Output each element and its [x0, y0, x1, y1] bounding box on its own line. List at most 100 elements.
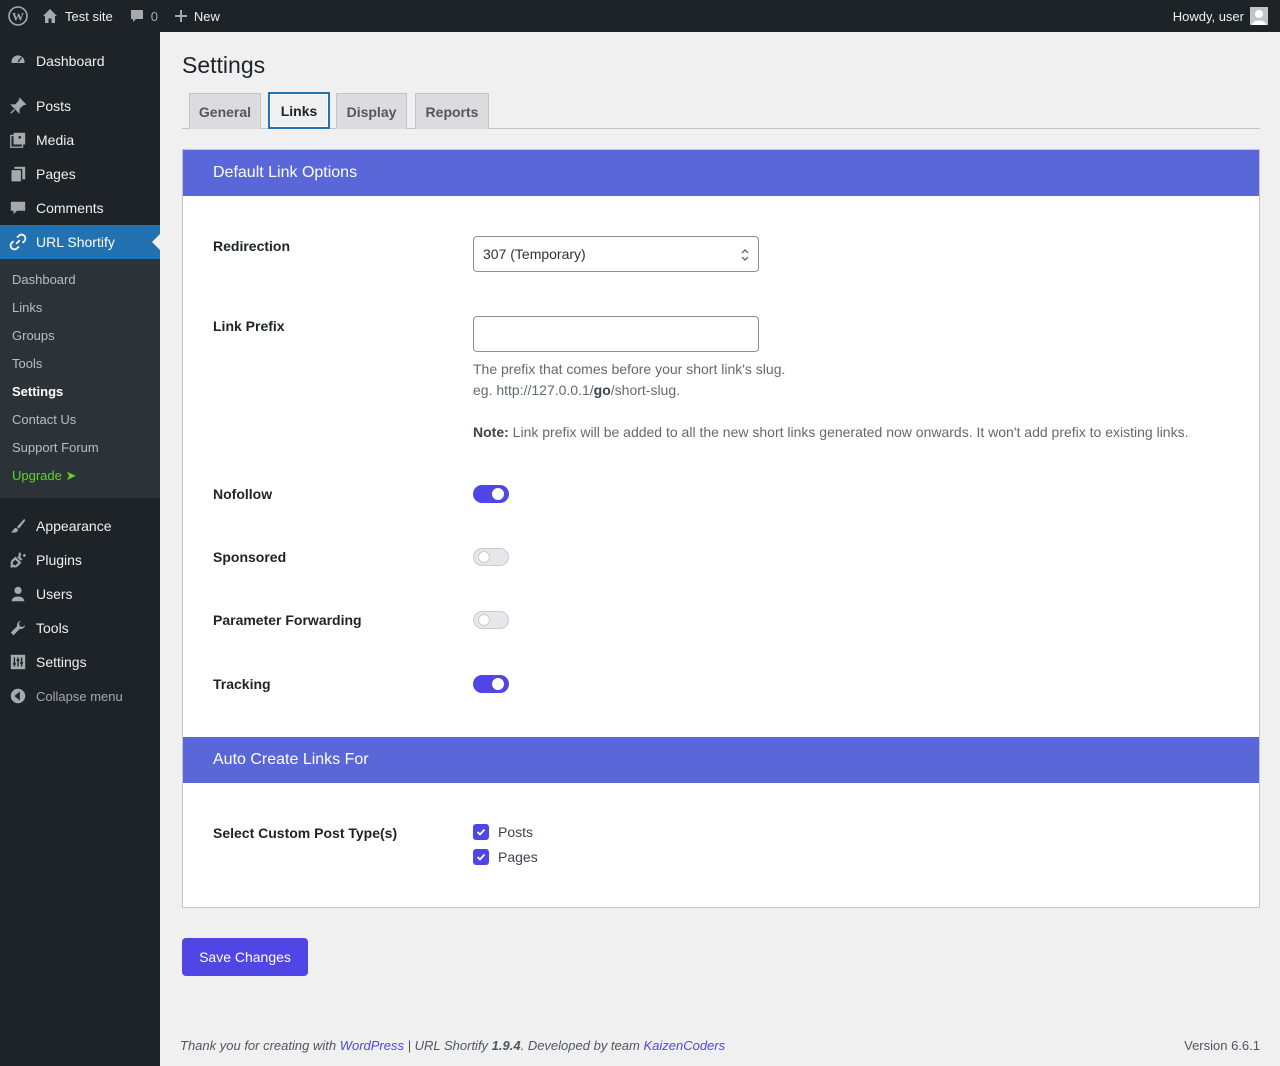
my-account-link[interactable]: Howdy, user: [1165, 0, 1280, 32]
new-content-link[interactable]: New: [166, 0, 228, 32]
page-title: Settings: [182, 52, 266, 78]
greeting: Howdy, user: [1172, 8, 1244, 24]
toggle-knob: [492, 678, 504, 690]
wordpress-logo-icon[interactable]: W: [0, 0, 36, 32]
tab-reports[interactable]: Reports: [415, 93, 489, 129]
collapse-menu-button[interactable]: Collapse menu: [0, 679, 160, 713]
posts-checkbox[interactable]: [473, 824, 489, 840]
prefix-example-host: eg. http://127.0.0.1/: [473, 382, 594, 398]
nofollow-label: Nofollow: [213, 486, 273, 502]
prefix-example-prefix: go: [593, 382, 611, 398]
nofollow-toggle[interactable]: [473, 485, 509, 503]
auto-create-heading: Auto Create Links For: [183, 737, 1259, 783]
wordpress-link[interactable]: WordPress: [340, 1038, 404, 1053]
tab-general[interactable]: General: [189, 93, 261, 129]
main-content: Settings General Links Display Reports D…: [160, 32, 1280, 1066]
sponsored-label: Sponsored: [213, 549, 287, 565]
sidebar-item-label: Appearance: [36, 518, 112, 534]
sponsored-toggle[interactable]: [473, 548, 509, 566]
sidebar-item-label: Tools: [36, 620, 69, 636]
pages-icon: [0, 165, 36, 183]
tab-links[interactable]: Links: [268, 92, 330, 129]
footer-plugin-name: | URL Shortify: [404, 1038, 492, 1053]
pin-icon: [0, 97, 36, 115]
sidebar-item-posts[interactable]: Posts: [0, 89, 160, 123]
default-link-options-heading: Default Link Options: [183, 150, 1259, 196]
note-text: Link prefix will be added to all the new…: [508, 424, 1189, 440]
sidebar-item-url-shortify[interactable]: URL Shortify: [0, 225, 160, 259]
wrench-icon: [0, 619, 36, 637]
tab-display[interactable]: Display: [336, 93, 407, 129]
pages-checkbox-row[interactable]: Pages: [473, 849, 538, 865]
sidebar-item-label: Comments: [36, 200, 104, 216]
submenu-upgrade[interactable]: Upgrade ➤: [12, 468, 76, 484]
submenu-groups[interactable]: Groups: [12, 328, 55, 343]
comment-icon: [0, 199, 36, 217]
comments-link[interactable]: 0: [121, 0, 166, 32]
sidebar-item-label: Posts: [36, 98, 72, 114]
save-changes-button[interactable]: Save Changes: [182, 938, 308, 976]
footer-credits: Thank you for creating with WordPress | …: [180, 1038, 725, 1053]
svg-text:W: W: [12, 10, 24, 24]
sidebar-item-label: URL Shortify: [36, 234, 115, 250]
parameter-forwarding-toggle[interactable]: [473, 611, 509, 629]
redirection-select[interactable]: 307 (Temporary): [473, 236, 759, 272]
new-label: New: [193, 8, 220, 24]
sidebar-item-label: Pages: [36, 166, 76, 182]
redirection-value: 307 (Temporary): [483, 246, 586, 262]
paintbrush-icon: [0, 517, 36, 535]
select-arrows-icon: [741, 248, 749, 265]
toggle-knob: [478, 551, 490, 563]
link-prefix-help: The prefix that comes before your short …: [473, 359, 785, 401]
footer-developed-by: . Developed by team: [520, 1038, 644, 1053]
home-icon: [42, 8, 58, 24]
submenu-settings[interactable]: Settings: [12, 384, 63, 399]
comments-count: 0: [150, 8, 158, 24]
plugin-version: 1.9.4: [491, 1038, 521, 1053]
collapse-arrow-icon: [0, 687, 36, 705]
pages-checkbox-label: Pages: [498, 849, 538, 865]
sidebar-item-media[interactable]: Media: [0, 123, 160, 157]
posts-checkbox-row[interactable]: Posts: [473, 824, 533, 840]
media-icon: [0, 131, 36, 149]
site-name: Test site: [65, 8, 113, 24]
sidebar-item-dashboard[interactable]: Dashboard: [0, 44, 160, 78]
site-name-link[interactable]: Test site: [36, 0, 121, 32]
prefix-help-line-2: eg. http://127.0.0.1/go/short-slug.: [473, 380, 785, 401]
dashboard-icon: [0, 52, 36, 70]
redirection-label: Redirection: [213, 238, 291, 254]
collapse-label: Collapse menu: [36, 688, 123, 704]
submenu-support-forum[interactable]: Support Forum: [12, 440, 99, 455]
sidebar-item-tools[interactable]: Tools: [0, 611, 160, 645]
sidebar-item-settings[interactable]: Settings: [0, 645, 160, 679]
kaizencoders-link[interactable]: KaizenCoders: [643, 1038, 725, 1053]
submenu-links[interactable]: Links: [12, 300, 42, 315]
avatar: [1250, 7, 1268, 25]
sidebar-item-pages[interactable]: Pages: [0, 157, 160, 191]
sidebar-item-label: Plugins: [36, 552, 82, 568]
pages-checkbox[interactable]: [473, 849, 489, 865]
sidebar-item-plugins[interactable]: Plugins: [0, 543, 160, 577]
footer-prefix: Thank you for creating with: [180, 1038, 340, 1053]
link-prefix-label: Link Prefix: [213, 318, 285, 334]
link-icon: [0, 233, 36, 251]
comment-icon: [129, 8, 145, 24]
sidebar-item-label: Users: [36, 586, 73, 602]
submenu-tools[interactable]: Tools: [12, 356, 42, 371]
sidebar-item-users[interactable]: Users: [0, 577, 160, 611]
custom-post-types-label: Select Custom Post Type(s): [213, 825, 398, 841]
submenu-dashboard[interactable]: Dashboard: [12, 272, 76, 287]
tracking-label: Tracking: [213, 676, 271, 692]
plus-icon: [174, 9, 188, 23]
submenu-contact-us[interactable]: Contact Us: [12, 412, 76, 427]
tracking-toggle[interactable]: [473, 675, 509, 693]
prefix-note: Note: Link prefix will be added to all t…: [473, 422, 1189, 443]
settings-panel: Default Link Options Redirection 307 (Te…: [182, 149, 1260, 908]
admin-sidebar: Dashboard Posts Media Pages Comments URL…: [0, 32, 160, 1066]
sidebar-item-appearance[interactable]: Appearance: [0, 509, 160, 543]
sidebar-item-label: Media: [36, 132, 75, 148]
parameter-forwarding-label: Parameter Forwarding: [213, 612, 362, 628]
sidebar-item-comments[interactable]: Comments: [0, 191, 160, 225]
admin-bar: W Test site 0 New Howdy, user: [0, 0, 1280, 32]
link-prefix-input[interactable]: [473, 316, 759, 352]
